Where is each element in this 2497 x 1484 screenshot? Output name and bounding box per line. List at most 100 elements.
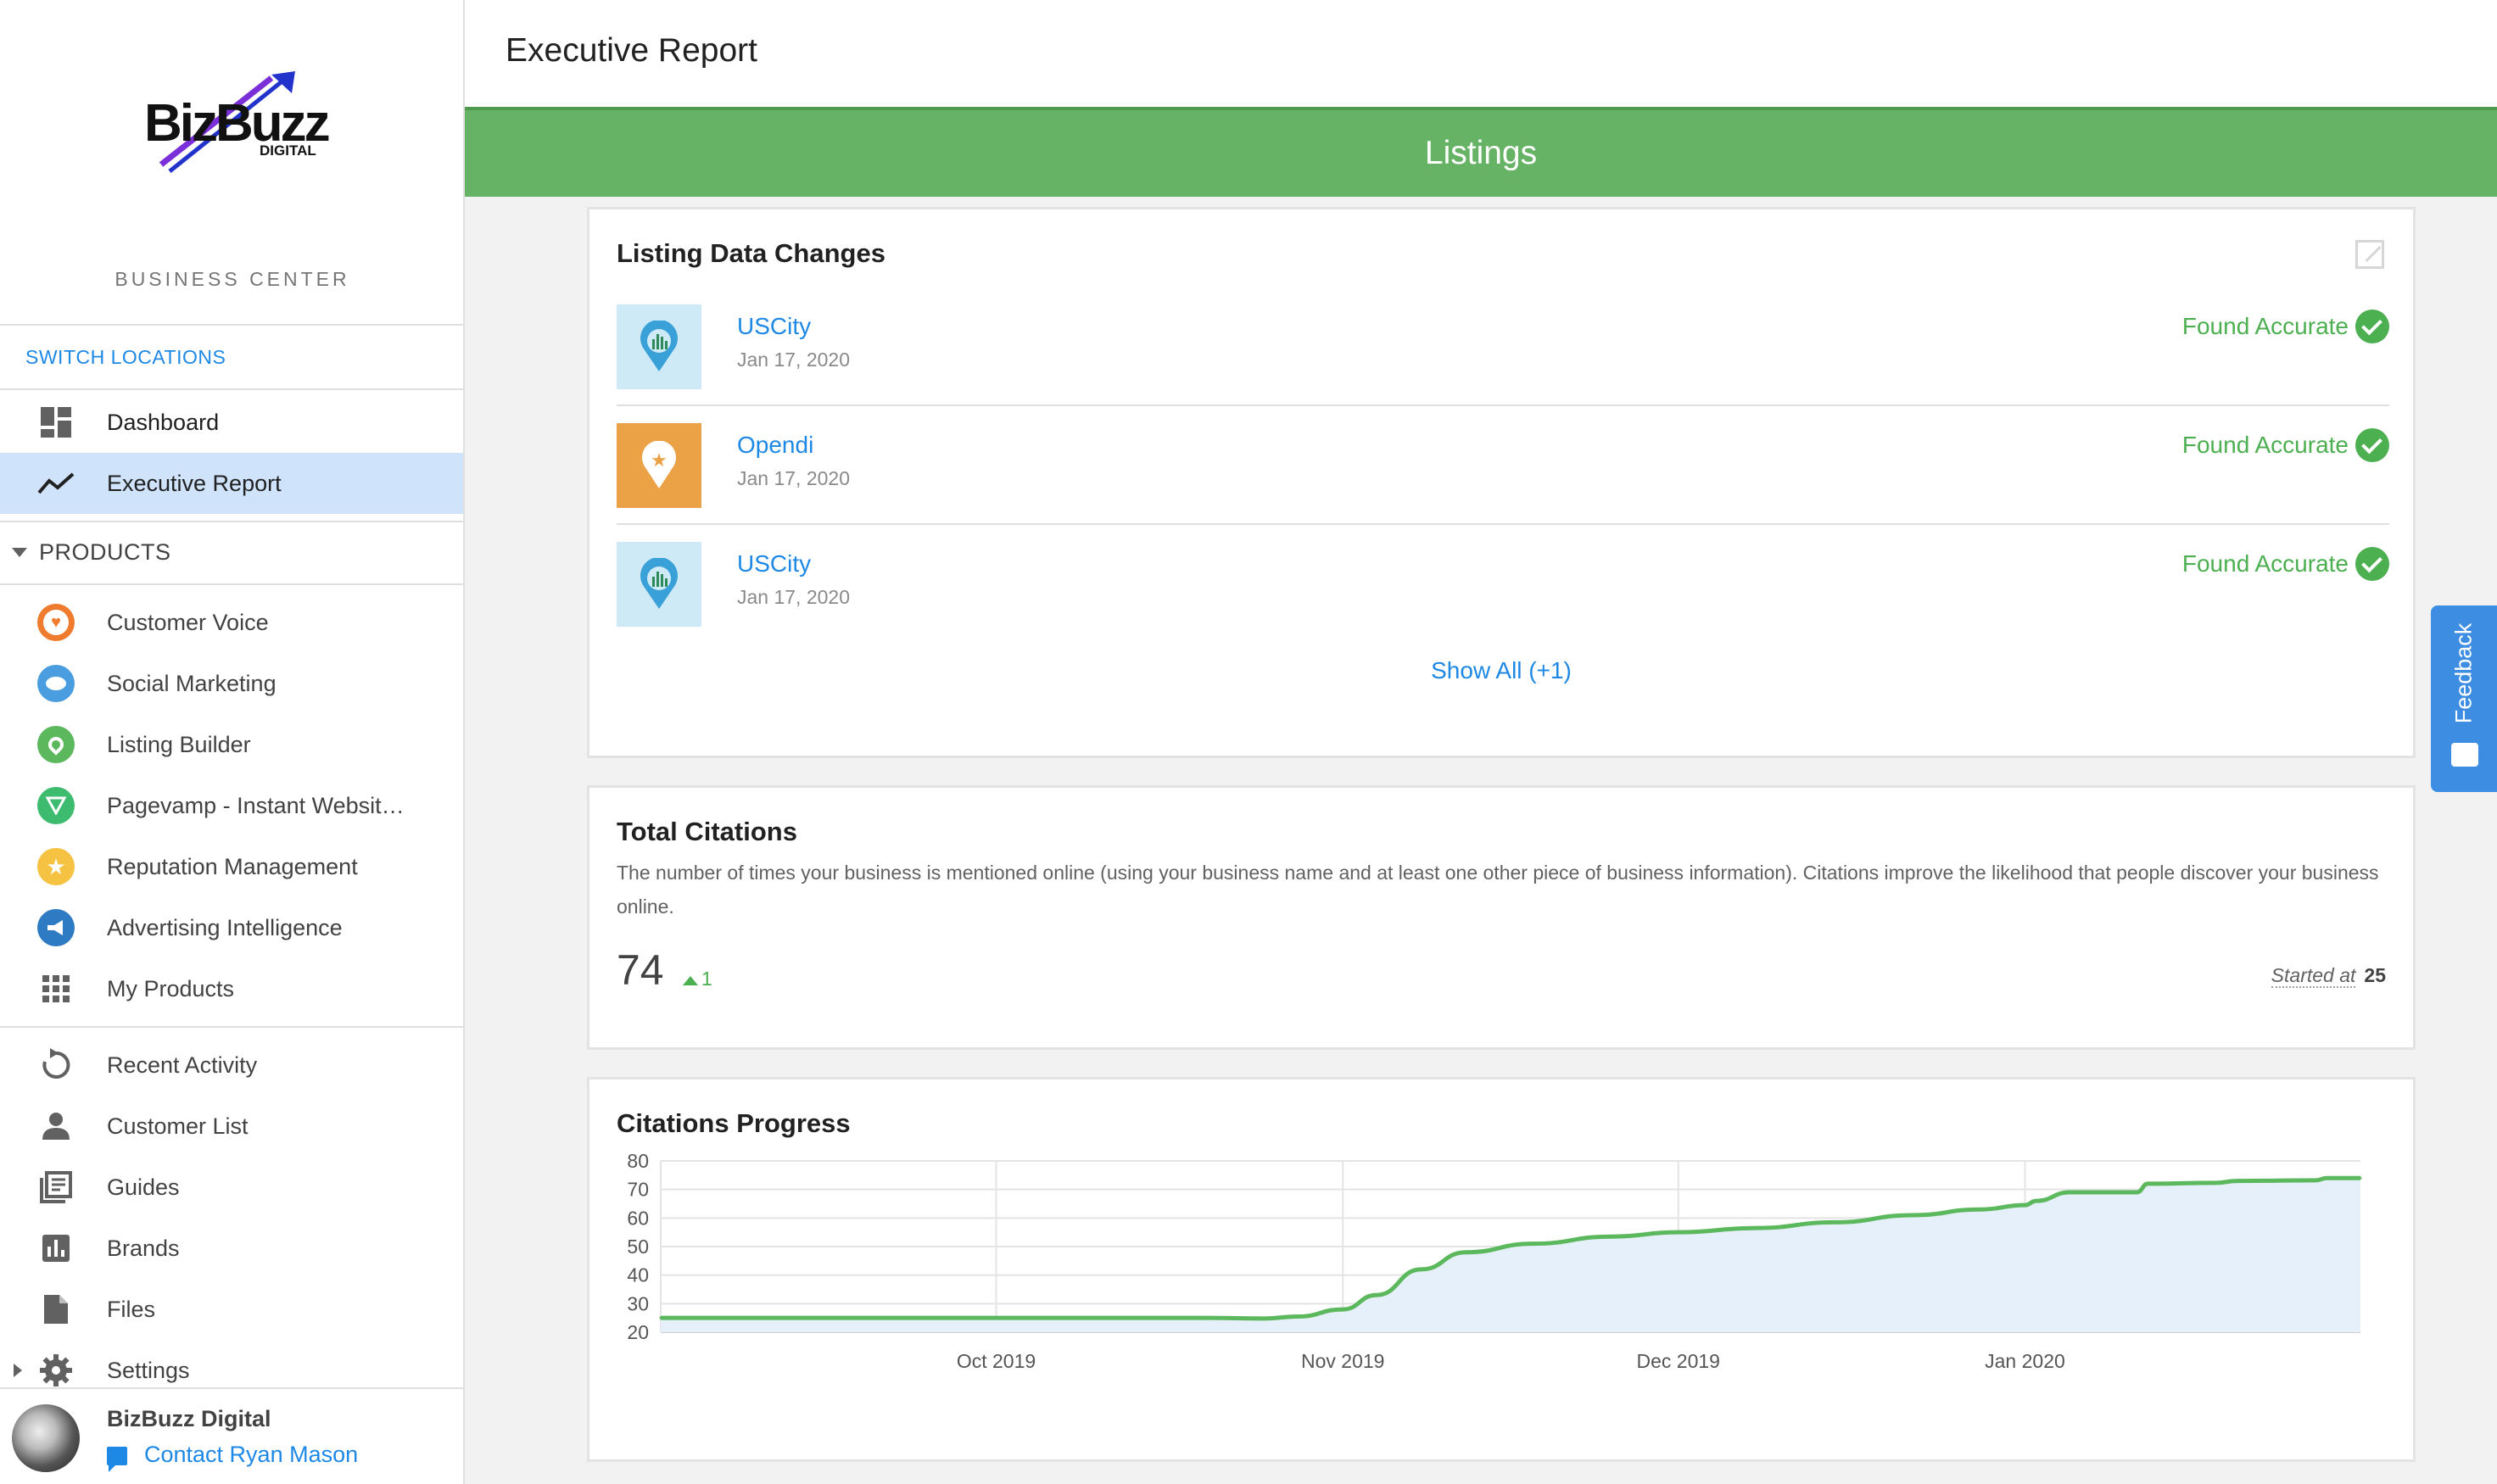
listing-source-link[interactable]: USCity — [737, 550, 811, 577]
nav-brands[interactable]: Brands — [0, 1218, 463, 1279]
data-point — [2236, 1180, 2239, 1183]
uscity-logo-icon — [617, 304, 701, 389]
y-tick-label: 60 — [627, 1207, 649, 1229]
nav-label: Guides — [107, 1174, 180, 1200]
nav-label: Recent Activity — [107, 1052, 258, 1078]
started-value: 25 — [2364, 964, 2386, 986]
data-point — [1610, 1235, 1613, 1238]
data-point — [1677, 1230, 1680, 1234]
data-point — [2325, 1176, 2328, 1180]
divider — [0, 324, 463, 326]
nav-customer-list[interactable]: Customer List — [0, 1096, 463, 1157]
data-point — [1531, 1242, 1534, 1246]
listing-row[interactable]: USCity Jan 17, 2020 Found Accurate — [617, 296, 2389, 415]
products-label: PRODUCTS — [39, 538, 171, 565]
citations-description: The number of times your business is men… — [617, 862, 2379, 918]
avatar[interactable] — [12, 1404, 80, 1472]
arrow-up-icon — [683, 976, 698, 985]
grid-icon — [37, 970, 75, 1007]
show-all-link[interactable]: Show All (+1) — [589, 657, 2413, 684]
listing-date: Jan 17, 2020 — [737, 349, 851, 371]
listing-data-changes-card: Listing Data Changes USCity Jan 17, 2020… — [587, 207, 2416, 758]
y-tick-label: 20 — [627, 1321, 649, 1343]
check-circle-icon — [2355, 547, 2389, 581]
nav-label: Dashboard — [107, 409, 220, 435]
nav-customer-voice[interactable]: ♥ Customer Voice — [0, 592, 463, 653]
x-tick-label: Nov 2019 — [1301, 1350, 1384, 1372]
listing-status: Found Accurate — [2181, 550, 2349, 577]
bar-chart-icon — [37, 1230, 75, 1267]
banner-title: Listings — [1424, 135, 1538, 171]
data-point — [2214, 1181, 2217, 1185]
nav-advertising-intelligence[interactable]: Advertising Intelligence — [0, 897, 463, 958]
switch-locations-link[interactable]: SWITCH LOCATIONS — [25, 346, 226, 369]
chat-icon — [107, 1447, 127, 1472]
listing-status: Found Accurate — [2181, 313, 2349, 339]
account-name: BizBuzz Digital — [107, 1406, 271, 1431]
nav-guides[interactable]: Guides — [0, 1157, 463, 1218]
nav-label: My Products — [107, 975, 235, 1001]
divider — [0, 388, 463, 390]
nav-label: Reputation Management — [107, 853, 358, 879]
listing-source-link[interactable]: Opendi — [737, 432, 813, 459]
card-title: Listing Data Changes — [617, 238, 885, 268]
listing-row[interactable]: USCity Jan 17, 2020 Found Accurate — [617, 533, 2389, 652]
nav-executive-report[interactable]: Executive Report — [0, 453, 463, 514]
data-point — [1420, 1268, 1423, 1271]
nav-social-marketing[interactable]: Social Marketing — [0, 653, 463, 714]
listing-builder-icon — [37, 726, 75, 763]
card-title: Citations Progress — [617, 1108, 851, 1138]
nav-dashboard[interactable]: Dashboard — [0, 392, 463, 453]
nav-label: Pagevamp - Instant Websit… — [107, 792, 405, 818]
x-tick-label: Jan 2020 — [1985, 1350, 2065, 1372]
data-point — [816, 1316, 819, 1319]
y-tick-label: 70 — [627, 1179, 649, 1201]
data-point — [1263, 1317, 1266, 1320]
y-tick-label: 80 — [627, 1150, 649, 1172]
nav-label: Executive Report — [107, 470, 282, 496]
data-point — [1755, 1226, 1758, 1230]
nav-label: Customer Voice — [107, 609, 269, 635]
data-point — [1297, 1314, 1299, 1318]
data-point — [1207, 1316, 1210, 1319]
data-point — [1833, 1220, 1836, 1224]
reputation-icon: ★ — [37, 848, 75, 885]
nav-label: Listing Builder — [107, 731, 251, 757]
products-toggle[interactable]: PRODUCTS — [0, 522, 463, 582]
y-tick-label: 50 — [627, 1236, 649, 1258]
open-external-icon[interactable] — [2355, 240, 2384, 269]
data-point — [1979, 1208, 1982, 1211]
check-circle-icon — [2355, 428, 2389, 462]
listing-date: Jan 17, 2020 — [737, 467, 851, 489]
logo-sub: DIGITAL — [260, 142, 316, 159]
opendi-logo-icon: ★ — [617, 423, 701, 508]
series-area — [661, 1178, 2360, 1332]
nav-reputation-management[interactable]: ★ Reputation Management — [0, 836, 463, 897]
person-icon — [37, 1107, 75, 1145]
check-circle-icon — [2355, 310, 2389, 343]
citations-count: 74 — [617, 946, 664, 994]
started-at: Started at 25 — [2271, 964, 2386, 988]
x-tick-label: Oct 2019 — [957, 1350, 1036, 1372]
listing-date: Jan 17, 2020 — [737, 586, 851, 608]
nav-files[interactable]: Files — [0, 1279, 463, 1340]
nav-listing-builder[interactable]: Listing Builder — [0, 714, 463, 775]
file-icon — [37, 1291, 75, 1328]
nav-pagevamp[interactable]: Pagevamp - Instant Websit… — [0, 775, 463, 836]
data-point — [2035, 1199, 2038, 1202]
divider — [0, 1026, 463, 1028]
feedback-tab[interactable]: Feedback — [2431, 605, 2497, 792]
caret-down-icon — [12, 548, 27, 557]
nav-label: Customer List — [107, 1113, 249, 1139]
data-point — [2023, 1203, 2026, 1207]
listing-row[interactable]: ★ Opendi Jan 17, 2020 Found Accurate — [617, 415, 2389, 533]
bizbuzz-logo[interactable]: BizBuzz DIGITAL — [136, 64, 331, 175]
refresh-icon — [37, 1046, 75, 1084]
data-point — [1341, 1308, 1344, 1311]
sidebar: BizBuzz DIGITAL BUSINESS CENTER SWITCH L… — [0, 0, 465, 1484]
contact-link[interactable]: Contact Ryan Mason — [144, 1442, 358, 1468]
nav-my-products[interactable]: My Products — [0, 958, 463, 1019]
nav-recent-activity[interactable]: Recent Activity — [0, 1035, 463, 1096]
listing-source-link[interactable]: USCity — [737, 313, 811, 340]
data-point — [2359, 1176, 2362, 1180]
